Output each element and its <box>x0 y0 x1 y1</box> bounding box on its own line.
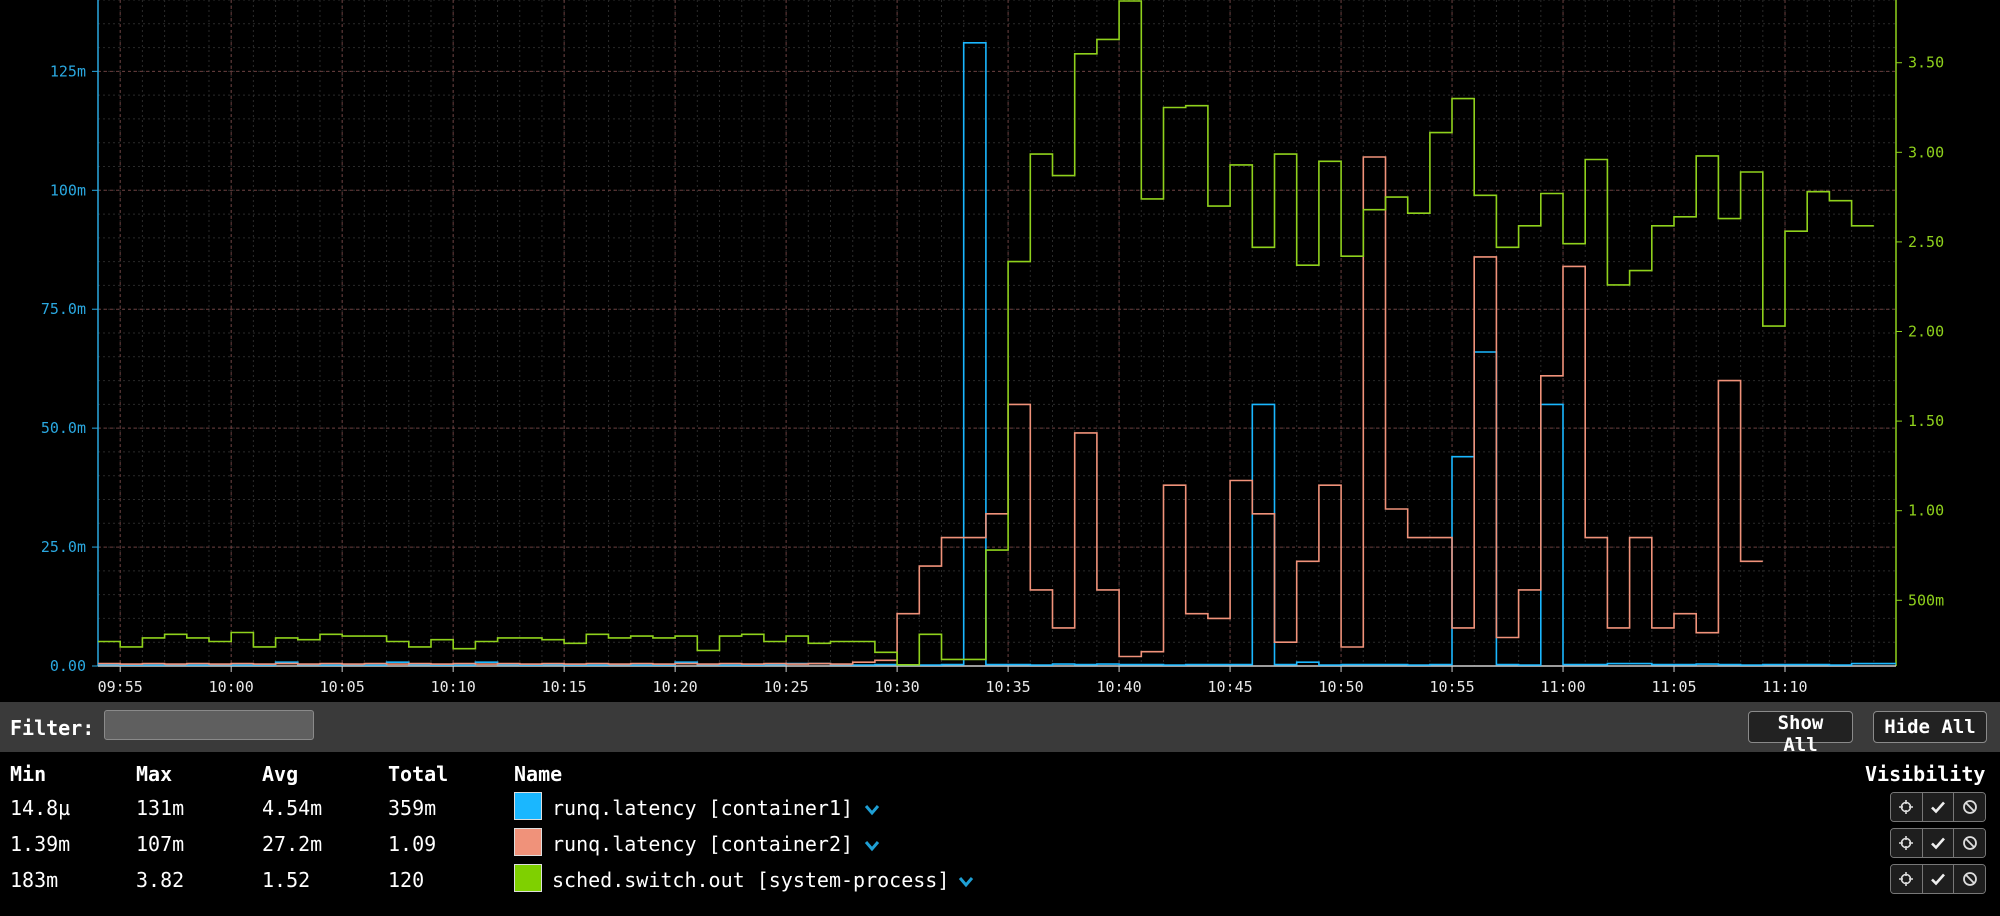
series-line <box>98 156 1763 665</box>
x-tick-label: 11:00 <box>1540 678 1585 696</box>
x-tick-label: 10:05 <box>320 678 365 696</box>
check-icon <box>1931 801 1945 814</box>
header-min: Min <box>10 762 47 786</box>
visibility-controls <box>1890 792 1986 822</box>
show-series-button[interactable] <box>1922 829 1955 857</box>
series-line <box>98 42 1896 666</box>
row-series-name[interactable]: runq.latency [container2] <box>552 832 853 856</box>
focus-button[interactable] <box>1891 829 1923 857</box>
x-tick-label: 10:30 <box>875 678 920 696</box>
filter-label: Filter: <box>10 716 95 740</box>
chevron-down-icon[interactable] <box>864 802 880 818</box>
row-min: 1.39m <box>10 832 71 856</box>
visibility-controls <box>1890 864 1986 894</box>
x-tick-label: 10:20 <box>653 678 698 696</box>
x-tick-label: 10:55 <box>1429 678 1474 696</box>
filter-input[interactable] <box>104 710 314 740</box>
time-series-chart[interactable]: 09:55 10:00 10:05 10:10 10:15 10:20 10:25 10:30… <box>0 0 2000 702</box>
left-tick-label: 75.0m <box>41 300 86 318</box>
header-total: Total <box>388 762 449 786</box>
x-tick-label: 11:05 <box>1651 678 1696 696</box>
row-series-name[interactable]: sched.switch.out [system-process] <box>552 868 949 892</box>
left-tick-label: 125m <box>50 62 86 80</box>
row-avg: 4.54m <box>262 796 323 820</box>
filter-bar: Filter: Show All Hide All <box>0 702 2000 756</box>
left-tick-label: 25.0m <box>41 538 86 556</box>
focus-button[interactable] <box>1891 793 1923 821</box>
legend-table: Min Max Avg Total Name Visibility 14.8µ … <box>0 752 2000 916</box>
row-max: 107m <box>136 832 185 856</box>
check-icon <box>1931 873 1945 886</box>
row-max: 3.82 <box>136 868 185 892</box>
left-tick-label: 100m <box>50 181 86 199</box>
header-name: Name <box>514 762 563 786</box>
x-tick-label: 10:15 <box>542 678 587 696</box>
crosshair-icon <box>1899 836 1914 850</box>
series-color-swatch[interactable] <box>514 864 542 892</box>
show-series-button[interactable] <box>1922 865 1955 893</box>
ban-icon <box>1962 872 1977 886</box>
series-color-swatch[interactable] <box>514 828 542 856</box>
hide-series-button[interactable] <box>1954 793 1985 821</box>
crosshair-icon <box>1899 872 1914 886</box>
x-tick-label: 10:40 <box>1097 678 1142 696</box>
row-avg: 1.52 <box>262 868 311 892</box>
series-color-swatch[interactable] <box>514 792 542 820</box>
x-tick-label: 10:50 <box>1318 678 1363 696</box>
right-tick-label: 2.00 <box>1908 323 1944 341</box>
x-tick-label: 10:10 <box>431 678 476 696</box>
chevron-down-icon[interactable] <box>864 838 880 854</box>
x-tick-label: 10:45 <box>1207 678 1252 696</box>
header-visibility: Visibility <box>1865 762 1986 786</box>
header-avg: Avg <box>262 762 299 786</box>
row-total: 1.09 <box>388 832 437 856</box>
check-icon <box>1931 837 1945 850</box>
right-tick-label: 1.00 <box>1908 502 1944 520</box>
x-tick-label: 10:25 <box>764 678 809 696</box>
row-total: 120 <box>388 868 425 892</box>
x-tick-label: 11:10 <box>1762 678 1807 696</box>
chart-area[interactable]: 09:55 10:00 10:05 10:10 10:15 10:20 10:25 10:30… <box>0 0 2000 702</box>
row-min: 14.8µ <box>10 796 71 820</box>
header-max: Max <box>136 762 173 786</box>
right-tick-label: 3.50 <box>1908 54 1944 72</box>
left-tick-label: 50.0m <box>41 419 86 437</box>
row-avg: 27.2m <box>262 832 323 856</box>
visibility-controls <box>1890 828 1986 858</box>
right-tick-label: 500m <box>1908 591 1944 609</box>
row-min: 183m <box>10 868 59 892</box>
right-tick-label: 1.50 <box>1908 412 1944 430</box>
left-tick-label: 0.00 <box>50 657 86 675</box>
hide-series-button[interactable] <box>1954 829 1985 857</box>
chevron-down-icon[interactable] <box>958 874 974 890</box>
right-tick-label: 3.00 <box>1908 143 1944 161</box>
x-tick-label: 10:00 <box>209 678 254 696</box>
hide-series-button[interactable] <box>1954 865 1985 893</box>
ban-icon <box>1962 836 1977 850</box>
show-all-button[interactable]: Show All <box>1748 711 1853 756</box>
focus-button[interactable] <box>1891 865 1923 893</box>
right-tick-label: 2.50 <box>1908 233 1944 251</box>
row-total: 359m <box>388 796 437 820</box>
crosshair-icon <box>1899 800 1914 814</box>
x-tick-label: 09:55 <box>98 678 143 696</box>
hide-all-button[interactable]: Hide All <box>1873 711 1987 743</box>
x-tick-label: 10:35 <box>986 678 1031 696</box>
row-series-name[interactable]: runq.latency [container1] <box>552 796 853 820</box>
show-series-button[interactable] <box>1922 793 1955 821</box>
ban-icon <box>1962 800 1977 814</box>
row-max: 131m <box>136 796 185 820</box>
